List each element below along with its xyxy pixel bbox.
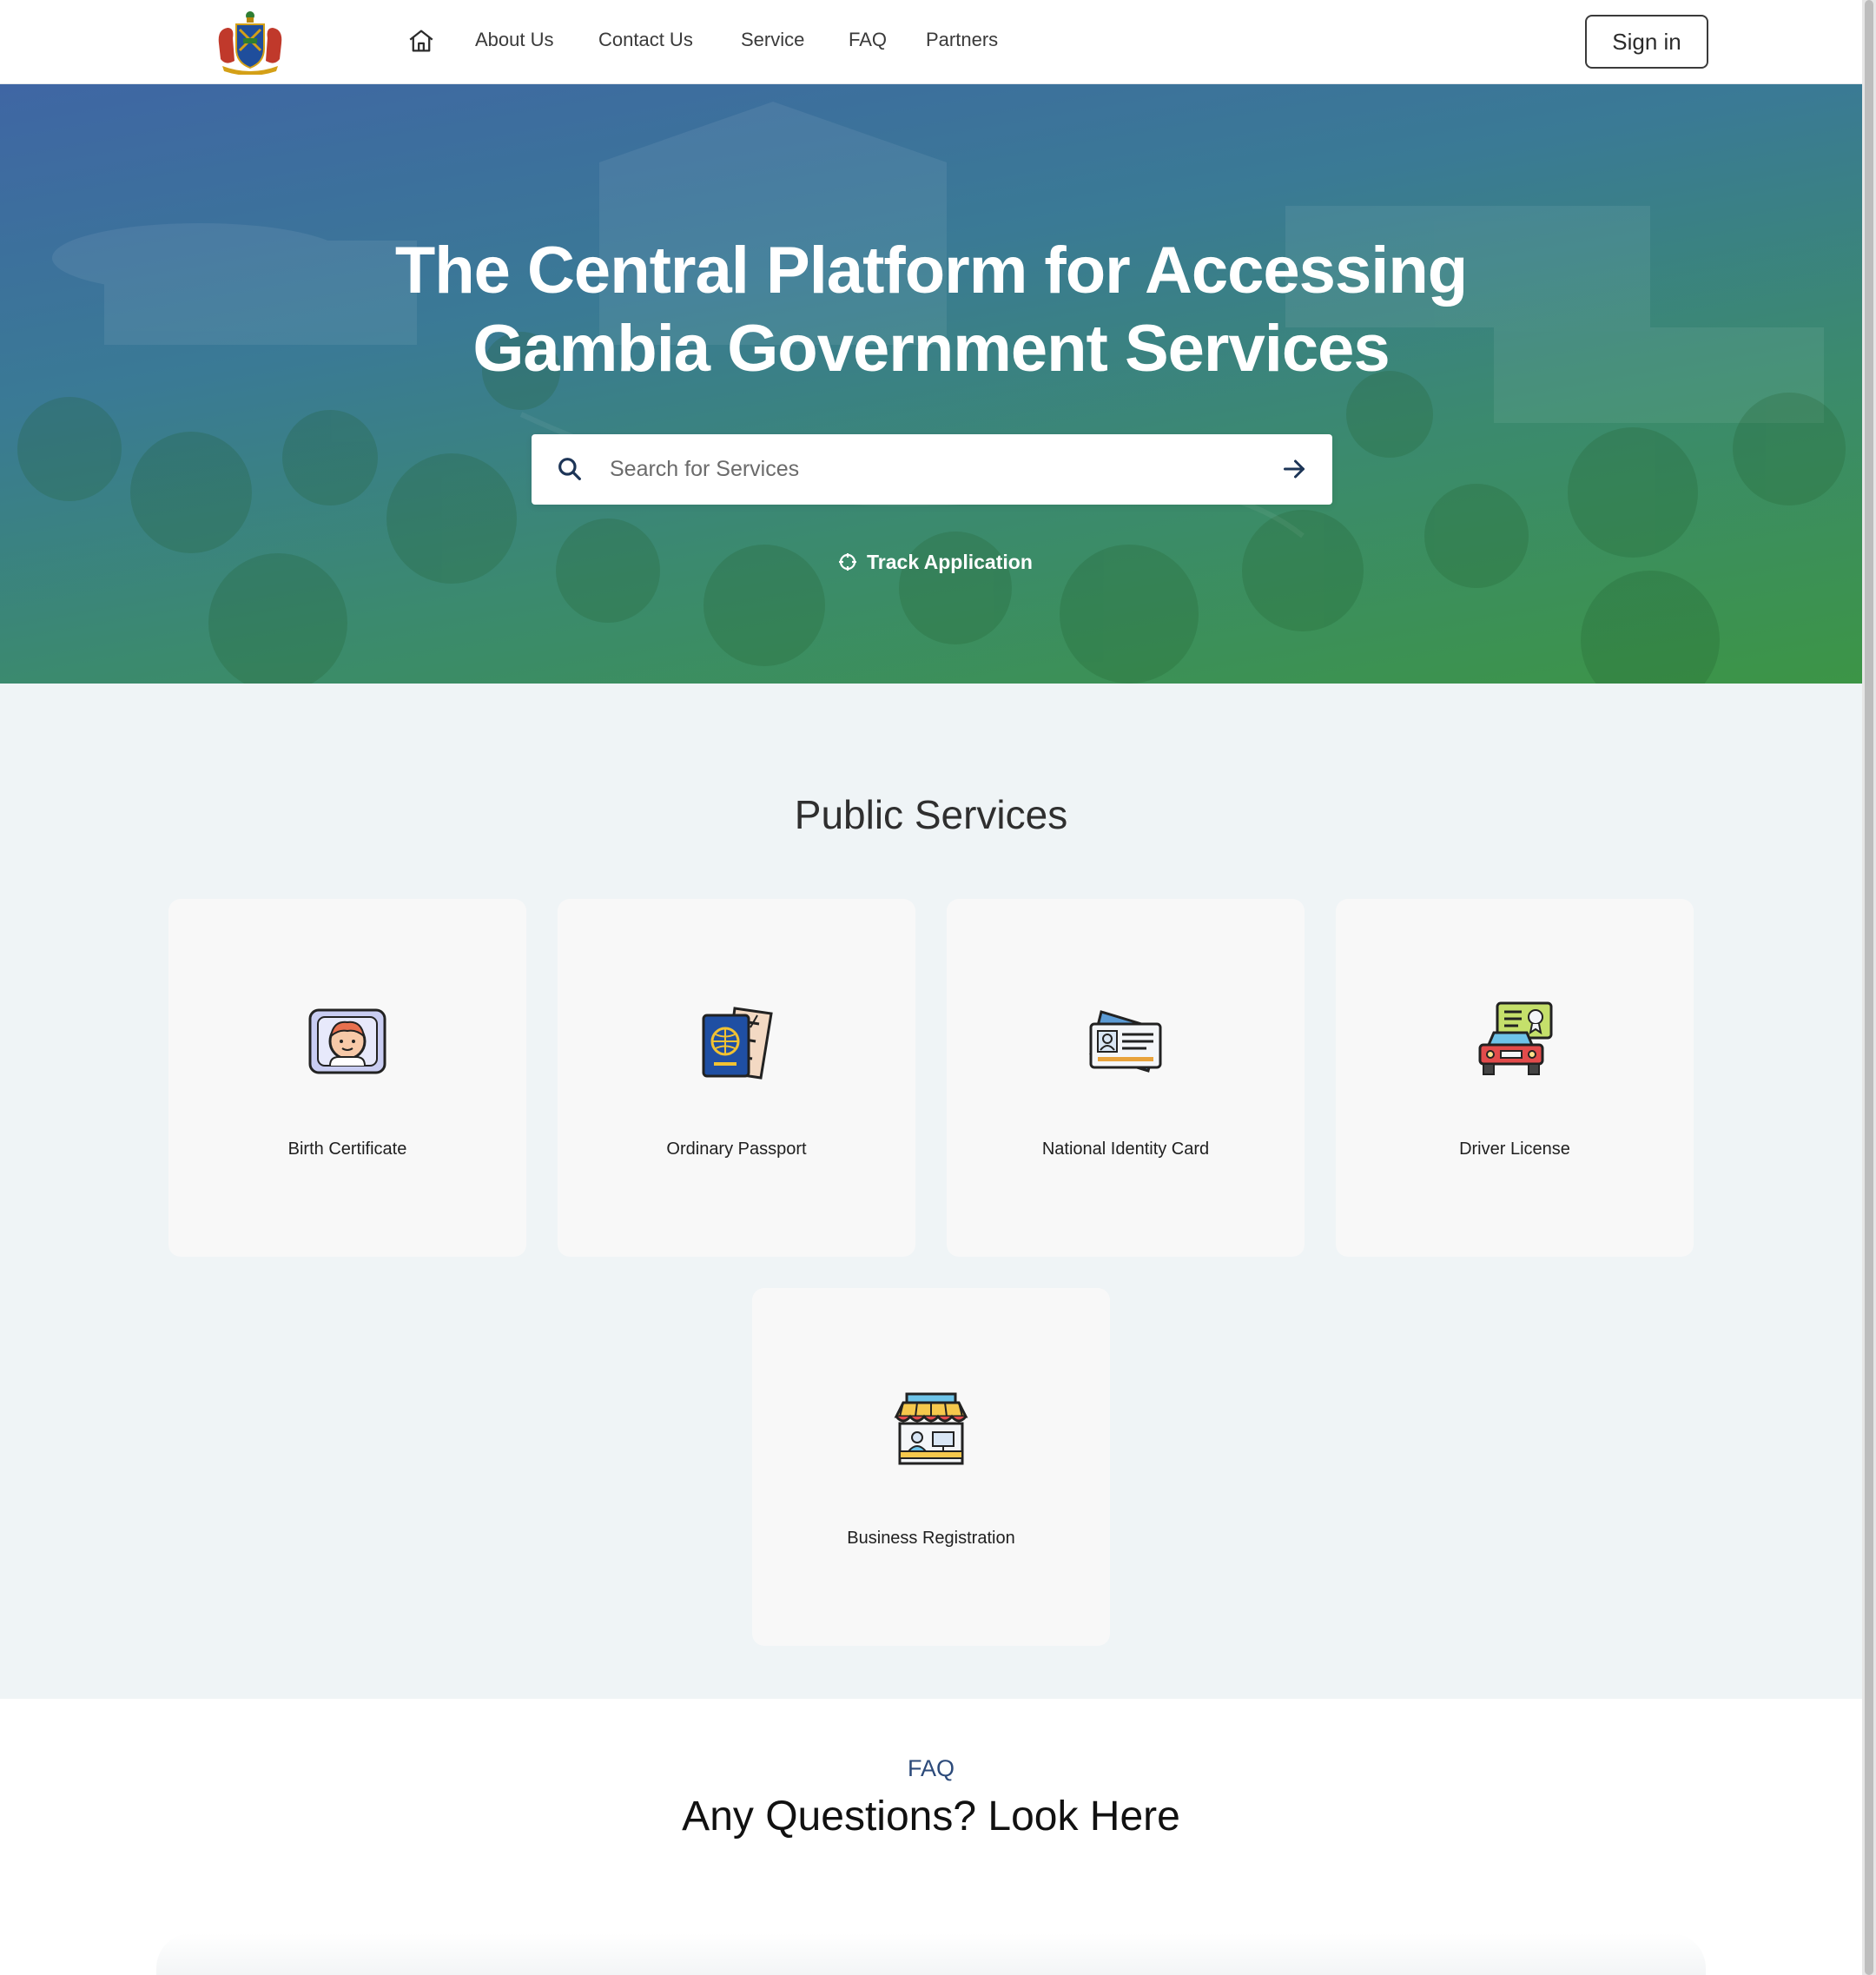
- hero-banner: The Central Platform for Accessing Gambi…: [0, 84, 1862, 684]
- crosshair-icon: [837, 552, 858, 572]
- service-card-national-identity-card[interactable]: National Identity Card: [947, 899, 1305, 1257]
- service-card-driver-license[interactable]: Driver License: [1336, 899, 1694, 1257]
- service-card-ordinary-passport[interactable]: Ordinary Passport: [558, 899, 915, 1257]
- page-scrollbar[interactable]: [1862, 0, 1876, 1975]
- public-services-title: Public Services: [794, 792, 1068, 837]
- passport-icon: [697, 1001, 776, 1081]
- id-card-icon: [1086, 1001, 1166, 1081]
- faq-content-edge: [156, 1933, 1706, 1975]
- service-card-business-registration[interactable]: Business Registration: [752, 1288, 1110, 1646]
- faq-kicker: FAQ: [907, 1755, 955, 1781]
- hero-title-line-2: Gambia Government Services: [472, 312, 1390, 386]
- faq-title: Any Questions? Look Here: [682, 1793, 1180, 1840]
- service-search-bar: [532, 434, 1332, 505]
- nav-partners[interactable]: Partners: [926, 29, 998, 51]
- hero-title: The Central Platform for Accessing Gambi…: [261, 232, 1602, 388]
- service-card-label: National Identity Card: [1041, 1139, 1210, 1159]
- scrollbar-thumb[interactable]: [1865, 0, 1873, 1975]
- public-services-section: Public Services Birth Certificate Ordina…: [0, 684, 1862, 1699]
- service-card-label: Ordinary Passport: [666, 1139, 807, 1159]
- faq-section: FAQ Any Questions? Look Here: [0, 1699, 1862, 1975]
- nav-service[interactable]: Service: [741, 29, 804, 51]
- arrow-right-icon[interactable]: [1278, 453, 1310, 485]
- service-card-label: Birth Certificate: [287, 1139, 407, 1159]
- search-input[interactable]: [610, 434, 1252, 505]
- nav-faq[interactable]: FAQ: [849, 29, 887, 51]
- search-icon: [556, 455, 584, 483]
- hero-title-line-1: The Central Platform for Accessing: [394, 234, 1468, 307]
- home-icon[interactable]: [406, 26, 436, 56]
- nav-contact-us[interactable]: Contact Us: [598, 29, 693, 51]
- nav-about-us[interactable]: About Us: [475, 29, 554, 51]
- service-card-birth-certificate[interactable]: Birth Certificate: [168, 899, 526, 1257]
- baby-portrait-icon: [307, 1001, 387, 1081]
- car-license-icon: [1475, 1001, 1555, 1081]
- track-application-label: Track Application: [867, 550, 1033, 573]
- storefront-icon: [891, 1390, 971, 1470]
- sign-in-button[interactable]: Sign in: [1585, 15, 1708, 69]
- service-card-label: Business Registration: [847, 1529, 1015, 1548]
- service-card-label: Driver License: [1459, 1139, 1570, 1159]
- gambia-coat-of-arms-icon[interactable]: [214, 9, 287, 76]
- track-application-link[interactable]: Track Application: [837, 548, 1033, 576]
- top-navbar: About Us Contact Us Service FAQ Partners…: [0, 0, 1862, 84]
